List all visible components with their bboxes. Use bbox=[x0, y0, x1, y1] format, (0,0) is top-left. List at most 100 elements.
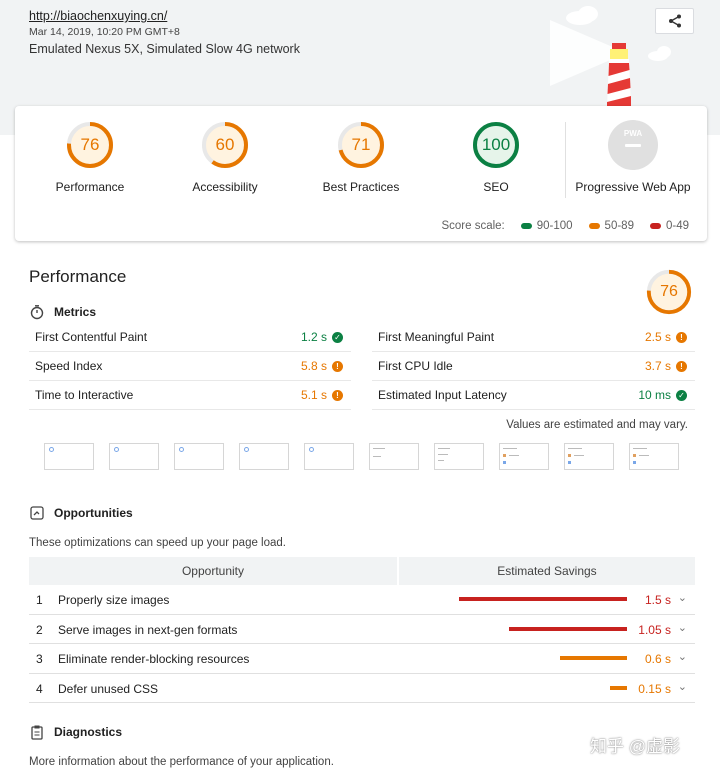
performance-score-gauge: 76 bbox=[645, 268, 693, 316]
opportunity-row[interactable]: 4 Defer unused CSS 0.15 s ⌄ bbox=[29, 674, 695, 703]
filmstrip-frame bbox=[239, 443, 289, 470]
opportunities-table: Opportunity Estimated Savings 1 Properly… bbox=[29, 557, 695, 703]
warning-info-icon: ! bbox=[676, 361, 687, 372]
filmstrip-frame bbox=[44, 443, 94, 470]
gauge-performance[interactable]: 76 Performance bbox=[25, 120, 155, 194]
metric-row: Time to Interactive 5.1 s ! bbox=[29, 381, 351, 410]
scale-item-fail: 0-49 bbox=[649, 220, 689, 232]
metrics-title: Metrics bbox=[54, 305, 97, 319]
opportunities-description: These optimizations can speed up your pa… bbox=[29, 537, 286, 549]
score-scale-legend: Score scale: 90-100 50-89 0-49 bbox=[441, 220, 689, 232]
score-ring: 71 bbox=[336, 120, 386, 170]
savings-value: 1.5 s bbox=[644, 593, 671, 607]
savings-bar bbox=[560, 656, 627, 660]
filmstrip-frame bbox=[434, 443, 484, 470]
opportunity-index: 2 bbox=[36, 622, 43, 637]
metrics-heading: Metrics bbox=[29, 304, 96, 320]
estimate-note: Values are estimated and may vary. bbox=[506, 419, 688, 431]
metric-name: First CPU Idle bbox=[378, 359, 453, 373]
gauge-divider bbox=[565, 122, 566, 198]
good-dot-icon bbox=[520, 223, 532, 229]
warning-info-icon: ! bbox=[332, 361, 343, 372]
metric-name: Speed Index bbox=[35, 359, 103, 373]
opportunity-title: Eliminate render-blocking resources bbox=[58, 652, 250, 666]
score-value: 71 bbox=[351, 135, 371, 154]
metric-row: First Meaningful Paint 2.5 s ! bbox=[372, 323, 695, 352]
performance-section-title: Performance bbox=[29, 267, 127, 286]
score-value: 100 bbox=[481, 135, 511, 154]
opportunity-row[interactable]: 2 Serve images in next-gen formats 1.05 … bbox=[29, 615, 695, 644]
filmstrip-frame bbox=[369, 443, 419, 470]
metric-value: 5.1 s bbox=[300, 388, 327, 402]
performance-score-value: 76 bbox=[660, 283, 678, 300]
warning-info-icon: ! bbox=[332, 390, 343, 401]
metric-name: First Contentful Paint bbox=[35, 330, 148, 344]
report-date: Mar 14, 2019, 10:20 PM GMT+8 bbox=[29, 26, 180, 38]
clipboard-icon bbox=[31, 725, 43, 740]
report-environment: Emulated Nexus 5X, Simulated Slow 4G net… bbox=[29, 42, 300, 56]
savings-value: 0.15 s bbox=[638, 681, 671, 696]
warning-info-icon: ! bbox=[676, 332, 687, 343]
savings-value: 1.05 s bbox=[638, 622, 671, 637]
opportunity-row[interactable]: 1 Properly size images 1.5 s ⌄ bbox=[29, 585, 695, 615]
score-ring: 100 bbox=[471, 120, 521, 170]
opportunity-index: 3 bbox=[36, 652, 43, 666]
stopwatch-icon bbox=[30, 305, 44, 320]
score-label: SEO bbox=[483, 180, 509, 194]
savings-value: 0.6 s bbox=[644, 652, 671, 666]
report-url-link[interactable]: http://biaochenxuying.cn/ bbox=[29, 9, 167, 23]
chevron-down-icon[interactable]: ⌄ bbox=[678, 621, 687, 634]
col-savings-header: Estimated Savings bbox=[399, 557, 695, 585]
gauge-best-practices[interactable]: 71 Best Practices bbox=[296, 120, 426, 194]
score-scale-label: Score scale: bbox=[441, 220, 505, 232]
gauge-seo[interactable]: 100 SEO bbox=[431, 120, 561, 194]
pass-check-icon: ✓ bbox=[676, 390, 687, 401]
metric-value: 2.5 s bbox=[644, 330, 671, 344]
pwa-badge-icon: PWA bbox=[608, 120, 658, 170]
col-opportunity-header: Opportunity bbox=[29, 557, 397, 585]
metric-name: Estimated Input Latency bbox=[378, 388, 507, 402]
scores-summary-card: 76 Performance 60 Accessibility 71 Best … bbox=[15, 106, 707, 241]
filmstrip-frame bbox=[629, 443, 679, 470]
metric-row: Speed Index 5.8 s ! bbox=[29, 352, 351, 381]
average-dot-icon bbox=[588, 223, 600, 229]
gauge-pwa[interactable]: PWA Progressive Web App bbox=[568, 120, 698, 194]
chevron-down-icon[interactable]: ⌄ bbox=[678, 591, 687, 604]
metric-value: 10 ms bbox=[638, 388, 671, 402]
scale-item-good: 90-100 bbox=[520, 220, 573, 232]
opportunity-icon bbox=[30, 506, 44, 520]
gauge-accessibility[interactable]: 60 Accessibility bbox=[160, 120, 290, 194]
pwa-badge-text: PWA bbox=[623, 129, 643, 138]
filmstrip-frame bbox=[564, 443, 614, 470]
chevron-down-icon[interactable]: ⌄ bbox=[678, 680, 687, 693]
pass-check-icon: ✓ bbox=[332, 332, 343, 343]
score-ring: 60 bbox=[200, 120, 250, 170]
savings-bar bbox=[459, 597, 627, 601]
diagnostics-description: More information about the performance o… bbox=[29, 756, 334, 768]
score-label: Accessibility bbox=[192, 180, 258, 194]
scale-item-average: 50-89 bbox=[588, 220, 634, 232]
opportunity-index: 4 bbox=[36, 681, 43, 696]
metric-name: Time to Interactive bbox=[35, 388, 134, 402]
pwa-label: Progressive Web App bbox=[575, 180, 691, 194]
metrics-column-right: First Meaningful Paint 2.5 s ! First CPU… bbox=[372, 323, 695, 410]
opportunity-row[interactable]: 3 Eliminate render-blocking resources 0.… bbox=[29, 644, 695, 674]
watermark: 知乎 @虚影 bbox=[590, 737, 680, 756]
score-ring: 76 bbox=[65, 120, 115, 170]
opportunity-title: Properly size images bbox=[58, 593, 170, 607]
metric-value: 1.2 s bbox=[300, 330, 327, 344]
share-button[interactable] bbox=[655, 8, 694, 34]
fail-dot-icon bbox=[649, 223, 661, 229]
opportunity-index: 1 bbox=[36, 593, 43, 607]
opportunities-title: Opportunities bbox=[54, 506, 133, 520]
score-value: 60 bbox=[215, 135, 235, 154]
diagnostics-heading: Diagnostics bbox=[29, 724, 122, 740]
score-value: 76 bbox=[80, 135, 100, 154]
filmstrip-frame bbox=[499, 443, 549, 470]
score-label: Best Practices bbox=[322, 180, 400, 194]
metrics-column-left: First Contentful Paint 1.2 s ✓ Speed Ind… bbox=[29, 323, 351, 410]
filmstrip-frame bbox=[304, 443, 354, 470]
chevron-down-icon[interactable]: ⌄ bbox=[678, 650, 687, 663]
metric-row: First CPU Idle 3.7 s ! bbox=[372, 352, 695, 381]
diagnostics-title: Diagnostics bbox=[54, 725, 123, 739]
